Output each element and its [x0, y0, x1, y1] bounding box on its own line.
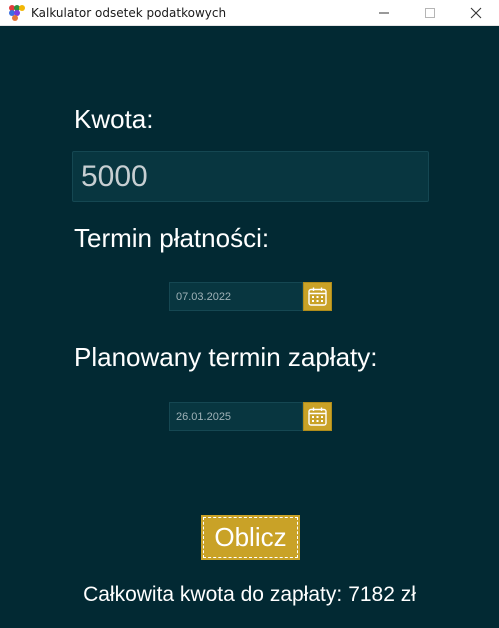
minimize-icon — [379, 12, 389, 14]
title-bar: Kalkulator odsetek podatkowych — [0, 0, 499, 26]
calendar-icon — [308, 287, 327, 306]
due-date-input[interactable] — [169, 282, 303, 311]
close-button[interactable] — [453, 0, 499, 26]
result-value: 7182 zł — [348, 583, 416, 606]
amount-label: Kwota: — [74, 104, 154, 134]
amount-input[interactable] — [72, 151, 429, 202]
close-icon — [470, 7, 482, 19]
planned-date-input[interactable] — [169, 402, 303, 431]
due-date-calendar-button[interactable] — [303, 282, 332, 311]
planned-date-calendar-button[interactable] — [303, 402, 332, 431]
window-controls — [361, 0, 499, 26]
result-label: Całkowita kwota do zapłaty: — [83, 583, 343, 606]
main-panel: Kwota: Termin płatności: Planowany t — [0, 26, 499, 628]
maximize-icon — [425, 8, 435, 18]
calculate-button[interactable]: Oblicz — [201, 515, 300, 560]
planned-date-label: Planowany termin zapłaty: — [74, 342, 378, 372]
maximize-button[interactable] — [407, 0, 453, 26]
due-date-label: Termin płatności: — [74, 223, 270, 253]
planned-date-picker — [169, 402, 332, 431]
calendar-icon — [308, 407, 327, 426]
result-text: Całkowita kwota do zapłaty: 7182 zł — [0, 583, 499, 607]
due-date-picker — [169, 282, 332, 311]
window-title: Kalkulator odsetek podatkowych — [31, 5, 227, 20]
minimize-button[interactable] — [361, 0, 407, 26]
app-logo-icon — [9, 4, 25, 21]
